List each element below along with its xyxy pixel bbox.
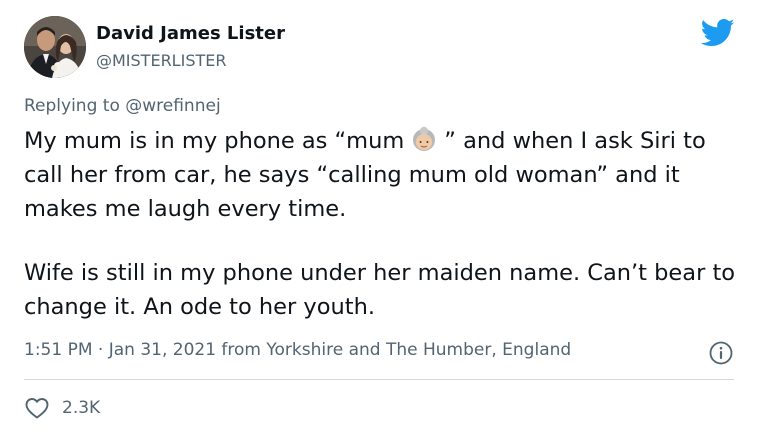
old-woman-emoji xyxy=(410,125,438,153)
tweet-text-part-1: My mum is in my phone as “mum xyxy=(24,128,405,154)
twitter-bird-icon[interactable] xyxy=(700,18,735,48)
avatar[interactable] xyxy=(24,16,86,78)
divider xyxy=(24,379,734,380)
tweet-paragraph-2: Wife is still in my phone under her maid… xyxy=(24,260,736,320)
tweet-card: David James Lister @MISTERLISTER Replyin… xyxy=(0,0,758,436)
author-name[interactable]: David James Lister xyxy=(96,23,285,44)
tweet-paragraph-1: My mum is in my phone as “mum ” and when… xyxy=(24,124,744,226)
heart-icon xyxy=(25,398,49,419)
tweet-timestamp[interactable]: 1:51 PM · Jan 31, 2021 from Yorkshire an… xyxy=(24,340,571,360)
info-icon[interactable] xyxy=(708,340,734,366)
like-count: 2.3K xyxy=(62,398,101,418)
avatar-photo xyxy=(24,16,86,78)
tweet-text: My mum is in my phone as “mum ” and when… xyxy=(24,124,744,324)
replying-to: Replying to @wrefinnej xyxy=(24,96,221,116)
like-button[interactable]: 2.3K xyxy=(24,395,100,421)
author-handle[interactable]: @MISTERLISTER xyxy=(96,51,226,70)
replying-to-label: Replying to xyxy=(24,96,120,116)
reply-mention-link[interactable]: @wrefinnej xyxy=(125,96,220,116)
